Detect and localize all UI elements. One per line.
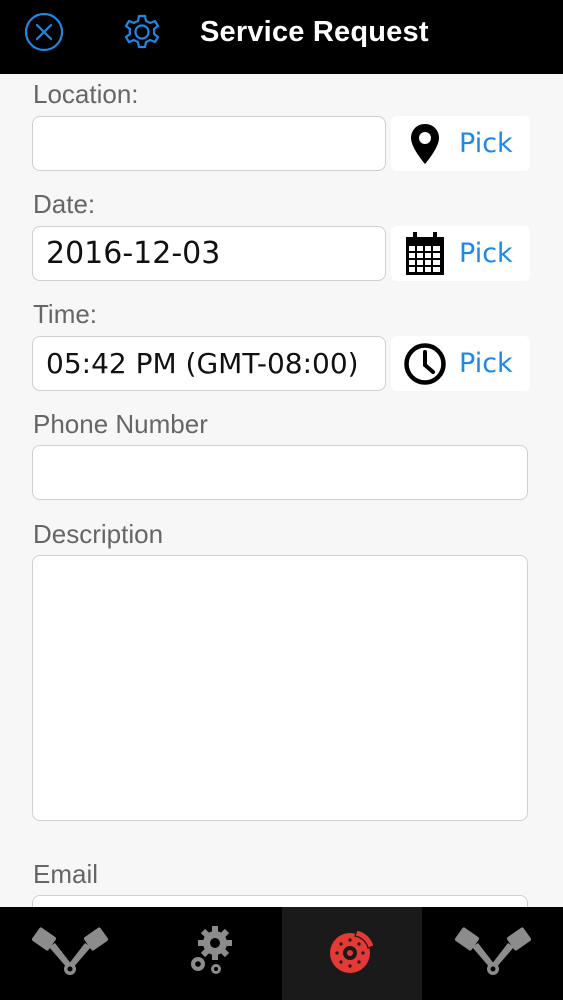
location-field[interactable] [32,116,386,171]
pick-location-button[interactable]: Pick [391,116,530,171]
map-pin-icon [403,122,447,166]
phone-number-label: Phone Number [33,409,208,439]
time-label: Time: [33,299,98,329]
close-circle-icon [23,11,65,58]
description-label: Description [33,519,164,549]
pick-location-label: Pick [459,128,513,159]
email-field[interactable] [32,895,528,907]
description-textarea[interactable] [32,555,528,821]
clock-icon [403,342,447,386]
tab-brake-disc[interactable] [281,907,423,1000]
pick-time-button[interactable]: Pick [391,336,530,391]
brake-disc-icon [327,926,377,981]
pick-date-label: Pick [459,238,513,269]
calendar-icon [403,231,447,276]
gears-icon [185,925,237,982]
tab-pistons-2[interactable] [422,907,563,1000]
pistons-icon [32,925,109,982]
page-title: Service Request [200,16,429,48]
service-request-form: Location: Pick Date: 2016-12-03 Pick Tim… [0,74,563,907]
tab-pistons-1[interactable] [0,907,141,1000]
location-label: Location: [33,79,139,109]
email-label: Email [33,859,99,889]
navigation-bar: Service Request [0,0,563,74]
time-field[interactable]: 05:42 PM (GMT-08:00) [32,336,386,391]
pick-date-button[interactable]: Pick [391,226,530,281]
close-button[interactable] [22,12,66,56]
tab-gears[interactable] [141,907,282,1000]
pistons-icon [454,925,531,982]
pick-time-label: Pick [459,348,513,379]
phone-number-field[interactable] [32,445,528,500]
date-field[interactable]: 2016-12-03 [32,226,386,281]
settings-button[interactable] [120,12,164,56]
tab-bar [0,907,563,1000]
gear-icon [119,9,165,60]
date-label: Date: [33,189,96,219]
